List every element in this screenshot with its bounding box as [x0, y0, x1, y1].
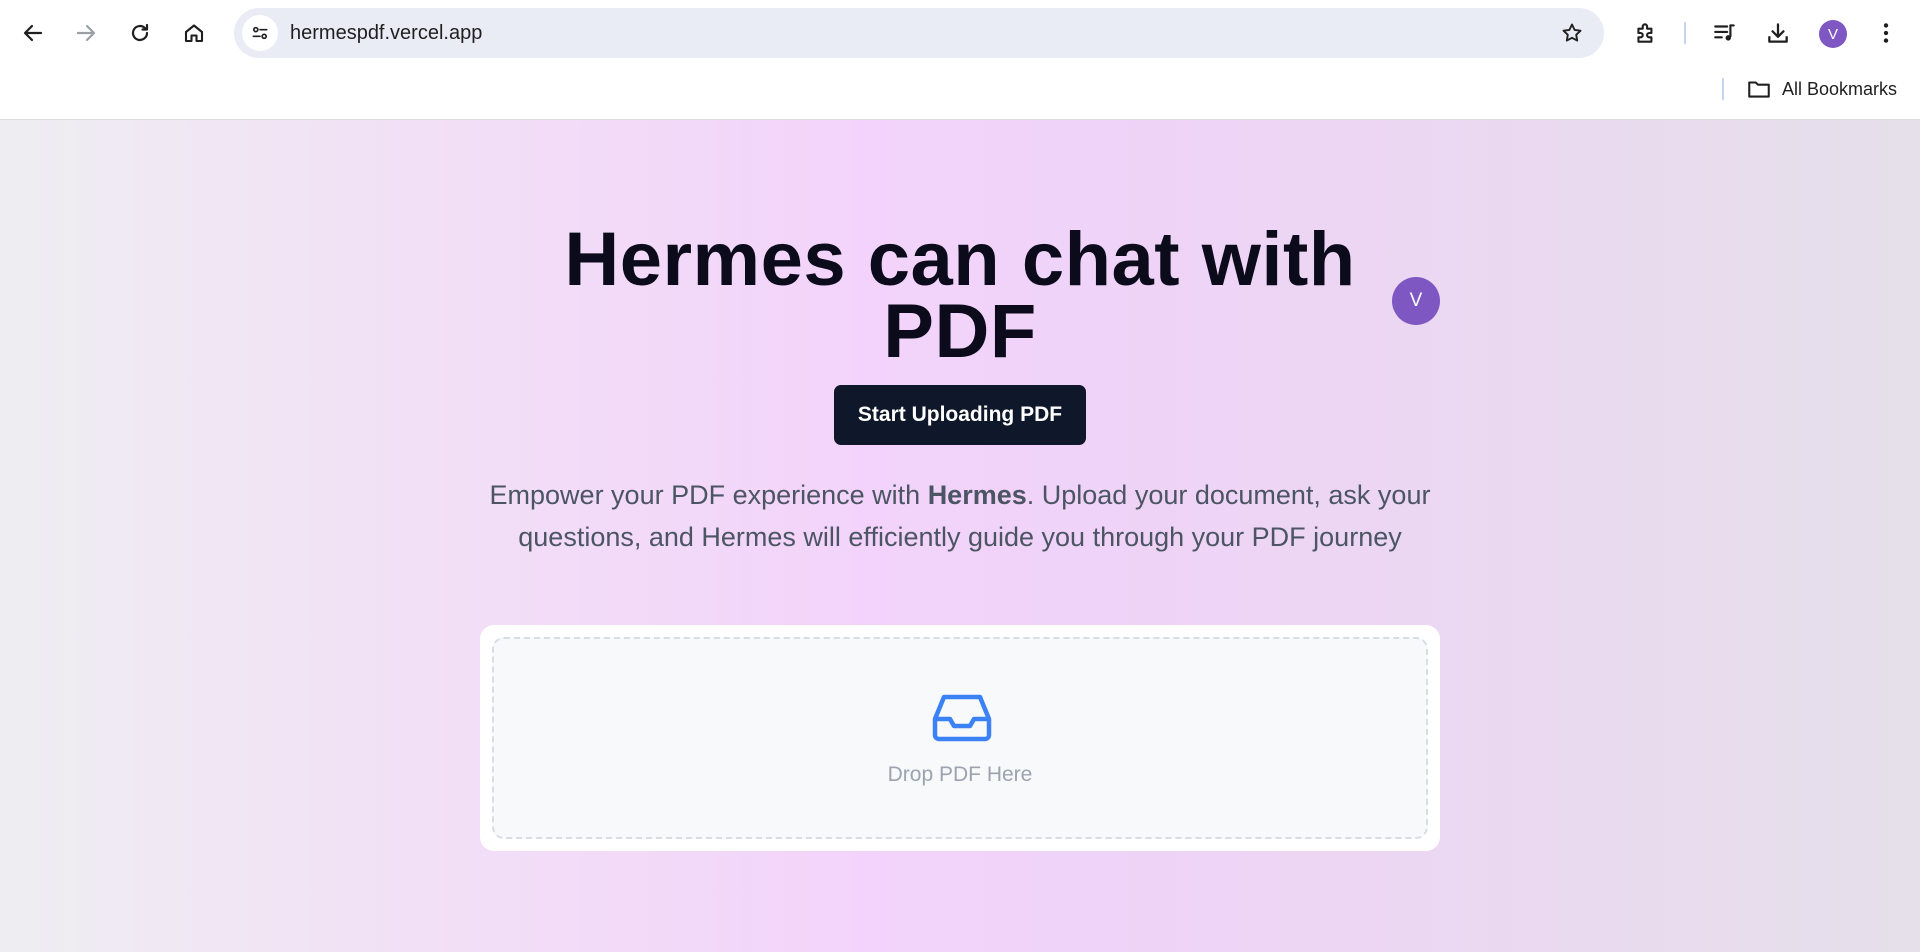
browser-chrome: hermespdf.vercel.app V All Bookmarks [0, 0, 1920, 120]
site-info-icon [252, 26, 268, 40]
start-uploading-button[interactable]: Start Uploading PDF [834, 385, 1086, 445]
site-info-button[interactable] [242, 15, 278, 51]
home-icon [184, 24, 204, 43]
bookmark-star-button[interactable] [1556, 17, 1588, 49]
back-button[interactable] [13, 13, 53, 53]
forward-icon [76, 24, 96, 42]
tagline-brand: Hermes [927, 480, 1027, 510]
star-icon [1562, 23, 1582, 42]
bookmarks-bar: All Bookmarks [0, 70, 1920, 108]
home-button[interactable] [174, 13, 214, 53]
bookmarks-separator [1722, 78, 1724, 100]
downloads-button[interactable] [1758, 13, 1798, 53]
page-content: Hermes can chat with PDF V Start Uploadi… [0, 120, 1920, 952]
all-bookmarks-label: All Bookmarks [1782, 78, 1898, 99]
pdf-dropzone[interactable]: Drop PDF Here [492, 637, 1428, 839]
extensions-icon [1637, 23, 1653, 43]
page-title: Hermes can chat with PDF [564, 217, 1356, 374]
tagline: Empower your PDF experience with Hermes.… [460, 474, 1460, 558]
download-icon [1768, 23, 1788, 43]
back-icon [23, 24, 43, 42]
profile-avatar[interactable]: V [1819, 20, 1847, 48]
reload-button[interactable] [120, 13, 160, 53]
reading-list-icon [1714, 24, 1735, 41]
reload-icon [131, 23, 149, 42]
folder-icon [1748, 81, 1770, 98]
inbox-icon [932, 694, 992, 742]
tagline-prefix: Empower your PDF experience with [489, 480, 928, 510]
address-bar[interactable]: hermespdf.vercel.app [234, 8, 1604, 58]
upload-card: Drop PDF Here [480, 625, 1440, 851]
drop-pdf-label: Drop PDF Here [887, 763, 1033, 786]
toolbar-separator [1684, 22, 1686, 44]
reading-list-button[interactable] [1705, 13, 1745, 53]
url-text[interactable]: hermespdf.vercel.app [290, 8, 482, 58]
more-menu-button[interactable] [1866, 13, 1906, 53]
forward-button[interactable] [66, 13, 106, 53]
more-icon [1883, 23, 1889, 43]
user-avatar-button[interactable]: V [1392, 277, 1440, 325]
extensions-button[interactable] [1626, 13, 1666, 53]
all-bookmarks-button[interactable]: All Bookmarks [1746, 74, 1897, 104]
